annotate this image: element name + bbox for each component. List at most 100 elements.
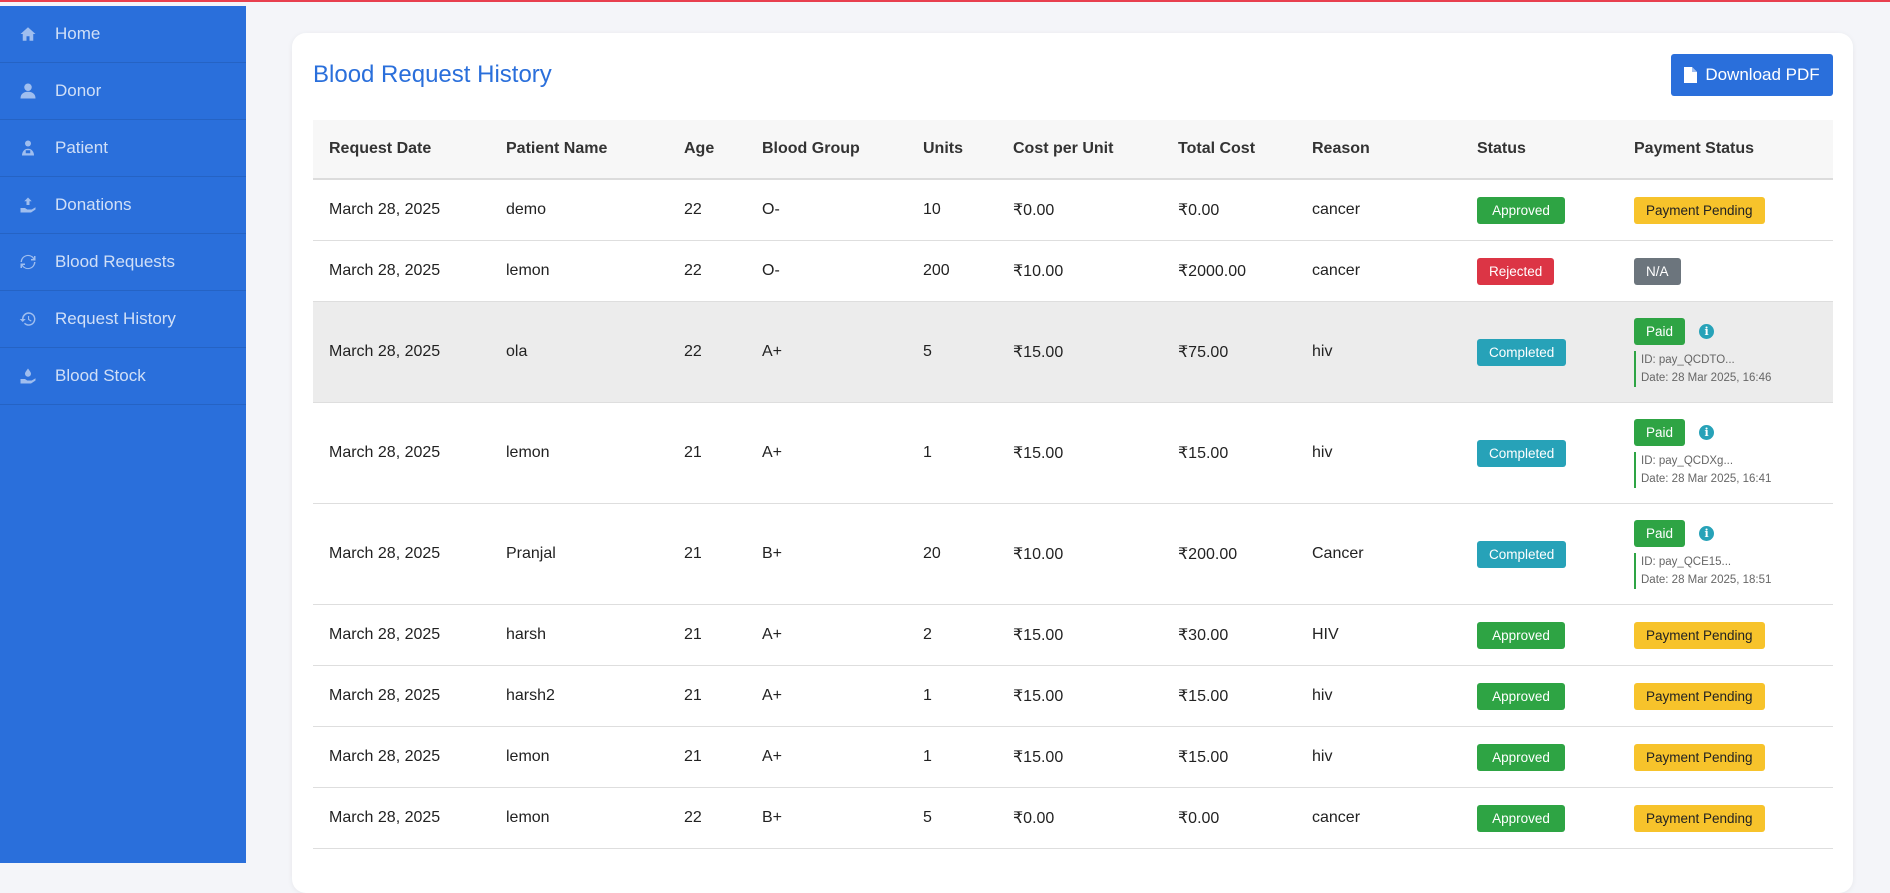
cell-group: A+	[762, 444, 783, 461]
cell-units: 2	[923, 626, 932, 643]
column-header: Age	[684, 140, 715, 157]
info-icon[interactable]: i	[1699, 525, 1715, 541]
table-row: March 28, 2025 harsh2 21 A+ 1 ₹15.00 ₹15.00 hiv…	[313, 666, 1833, 727]
payment-status-badge: N/A	[1634, 257, 1681, 285]
download-pdf-button[interactable]: Download PDF	[1671, 54, 1833, 96]
cell-cpu: ₹15.00	[1013, 688, 1064, 705]
table-row: March 28, 2025 Pranjal 21 B+ 20 ₹10.00 ₹200.00…	[313, 504, 1833, 605]
cell-payment-status: Payment Pending	[1618, 804, 1833, 832]
sidebar-item-donations[interactable]: Donations	[0, 177, 246, 234]
cell-status: Approved	[1461, 682, 1618, 710]
payment-status-badge: Payment Pending	[1634, 682, 1765, 710]
cell-total: ₹0.00	[1178, 810, 1220, 827]
cell-cpu: ₹15.00	[1013, 344, 1064, 361]
table-header: Request Date Patient Name Age Blood Grou…	[313, 120, 1833, 180]
cell-age: 22	[684, 343, 702, 360]
info-icon[interactable]: i	[1699, 424, 1715, 440]
cell-units: 1	[923, 444, 932, 461]
cell-group: O-	[762, 201, 780, 218]
payment-top: Paid i	[1634, 418, 1833, 446]
payment-status-badge: Payment Pending	[1634, 804, 1765, 832]
sidebar: Home Donor Patient Donations Blood Reque…	[0, 6, 246, 863]
sidebar-item-donor[interactable]: Donor	[0, 63, 246, 120]
status-badge: Completed	[1477, 338, 1567, 366]
cell-age: 21	[684, 687, 702, 704]
cell-age: 22	[684, 201, 702, 218]
history-icon	[19, 310, 37, 328]
page-title: Blood Request History	[313, 61, 552, 88]
payment-detail: ID: pay_QCE15... Date: 28 Mar 2025, 18:51	[1634, 552, 1833, 589]
table-body: March 28, 2025 demo 22 O- 10 ₹0.00 ₹0.00 cancer…	[313, 180, 1833, 849]
cell-total: ₹15.00	[1178, 749, 1229, 766]
cell-status: Approved	[1461, 804, 1618, 832]
cell-date: March 28, 2025	[329, 748, 441, 765]
table-row: March 28, 2025 ola 22 A+ 5 ₹15.00 ₹75.00 hiv Com…	[313, 302, 1833, 403]
cell-date: March 28, 2025	[329, 626, 441, 643]
table-row: March 28, 2025 lemon 21 A+ 1 ₹15.00 ₹15.00 hiv C…	[313, 403, 1833, 504]
cell-group: B+	[762, 545, 783, 562]
cell-status: Completed	[1461, 338, 1618, 366]
cell-cpu: ₹15.00	[1013, 627, 1064, 644]
user-icon	[19, 82, 37, 100]
column-header: Request Date	[329, 140, 432, 157]
cell-reason: hiv	[1312, 687, 1333, 704]
sync-icon	[19, 253, 37, 271]
table-row: March 28, 2025 demo 22 O- 10 ₹0.00 ₹0.00 cancer…	[313, 180, 1833, 241]
sidebar-item-request-history[interactable]: Request History	[0, 291, 246, 348]
cell-group: A+	[762, 748, 783, 765]
sidebar-item-label: Blood Stock	[55, 366, 146, 385]
file-pdf-icon	[1684, 67, 1698, 83]
sidebar-item-label: Donor	[55, 81, 102, 100]
cell-reason: hiv	[1312, 343, 1333, 360]
status-badge: Approved	[1477, 743, 1565, 771]
payment-status-badge: Payment Pending	[1634, 621, 1765, 649]
cell-payment-status: Payment Pending	[1618, 682, 1833, 710]
column-header: Payment Status	[1634, 140, 1755, 157]
download-pdf-label: Download PDF	[1705, 65, 1820, 84]
paid-badge: Paid	[1634, 418, 1686, 446]
cell-units: 5	[923, 343, 932, 360]
cell-reason: cancer	[1312, 809, 1361, 826]
cell-name: harsh2	[506, 687, 555, 704]
cell-total: ₹75.00	[1178, 344, 1229, 361]
cell-status: Completed	[1461, 439, 1618, 467]
payment-detail: ID: pay_QCDXg... Date: 28 Mar 2025, 16:41	[1634, 451, 1833, 488]
home-icon	[19, 25, 37, 43]
payment-status-badge: Payment Pending	[1634, 196, 1765, 224]
cell-payment-status: Payment Pending	[1618, 621, 1833, 649]
cell-age: 21	[684, 545, 702, 562]
table-row: March 28, 2025 lemon 22 B+ 5 ₹0.00 ₹0.00 cancer…	[313, 788, 1833, 849]
sidebar-item-blood-requests[interactable]: Blood Requests	[0, 234, 246, 291]
cell-status: Approved	[1461, 743, 1618, 771]
sidebar-item-blood-stock[interactable]: Blood Stock	[0, 348, 246, 405]
cell-reason: cancer	[1312, 262, 1361, 279]
cell-cpu: ₹15.00	[1013, 749, 1064, 766]
sidebar-item-home[interactable]: Home	[0, 6, 246, 63]
cell-total: ₹15.00	[1178, 688, 1229, 705]
cell-reason: HIV	[1312, 626, 1339, 643]
payment-top: Paid i	[1634, 317, 1833, 345]
cell-reason: hiv	[1312, 444, 1333, 461]
cell-units: 1	[923, 748, 932, 765]
cell-units: 10	[923, 201, 941, 218]
cell-name: demo	[506, 201, 547, 218]
cell-date: March 28, 2025	[329, 809, 441, 826]
cell-name: harsh	[506, 626, 547, 643]
sidebar-item-patient[interactable]: Patient	[0, 120, 246, 177]
status-badge: Completed	[1477, 439, 1567, 467]
table-row: March 28, 2025 lemon 22 O- 200 ₹10.00 ₹2000.00…	[313, 241, 1833, 302]
cell-cpu: ₹10.00	[1013, 546, 1064, 563]
top-accent-line	[0, 0, 1890, 2]
request-history-card: Blood Request History Download PDF Reque…	[292, 33, 1853, 893]
sidebar-item-label: Blood Requests	[55, 252, 176, 271]
payment-id: ID: pay_QCE15...	[1641, 555, 1732, 568]
info-icon[interactable]: i	[1699, 323, 1715, 339]
cell-date: March 28, 2025	[329, 343, 441, 360]
cell-group: A+	[762, 343, 783, 360]
cell-status: Approved	[1461, 621, 1618, 649]
cell-status: Approved	[1461, 196, 1618, 224]
cell-group: B+	[762, 809, 783, 826]
status-badge: Approved	[1477, 621, 1565, 649]
table-row: March 28, 2025 harsh 21 A+ 2 ₹15.00 ₹30.00 HIV A…	[313, 605, 1833, 666]
cell-payment-status: N/A	[1618, 257, 1833, 285]
